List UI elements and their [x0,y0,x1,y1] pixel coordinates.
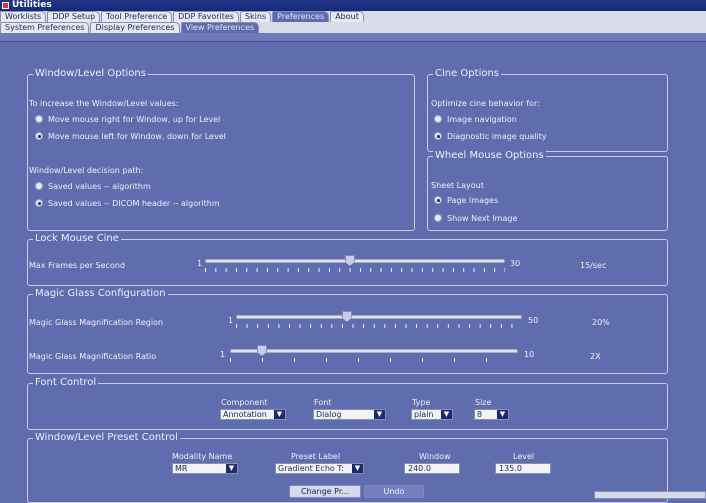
window-level-options-title: Window/Level Options [33,68,148,79]
fps-slider-track [205,259,505,263]
optimize-label: Optimize cine behavior for: [431,99,540,108]
radio-decision-algorithm[interactable] [35,182,43,190]
corner-panel [594,491,706,499]
font-control-group: Font Control [27,377,668,430]
component-label: Component [221,398,268,407]
font-select[interactable]: Dialog ▼ [313,409,386,420]
mg-ratio-slider[interactable] [230,345,518,363]
mg-ratio-max: 10 [524,350,535,359]
chevron-down-icon: ▼ [274,410,285,419]
max-fps-label: Max Frames per Second [29,261,125,270]
preset-select[interactable]: Gradient Echo T: ▼ [275,463,364,474]
lock-mouse-cine-title: Lock Mouse Cine [33,233,121,244]
chevron-down-icon: ▼ [497,410,508,419]
tab-ddp-setup[interactable]: DDP Setup [47,11,101,22]
undo-button[interactable]: Undo [364,485,424,498]
font-value: Dialog [316,410,342,419]
mg-region-track [236,315,522,319]
radio-cine-quality[interactable] [434,132,442,140]
chevron-down-icon: ▼ [374,410,385,419]
component-value: Annotation [223,410,267,419]
window-label: Window [419,452,451,461]
radio-wl-right-up[interactable] [35,115,43,123]
mg-ratio-track [230,349,518,353]
type-value: plain [414,410,434,419]
mg-ratio-ticks [230,358,518,362]
tab-display-preferences[interactable]: Display Preferences [90,22,180,33]
tab-ddp-favorites[interactable]: DDP Favorites [173,11,239,22]
mg-region-value: 20% [592,318,610,327]
decision-label: Window/Level decision path: [29,166,144,175]
mg-region-slider[interactable] [236,311,522,329]
radio-show-next-image[interactable] [434,214,442,222]
level-input[interactable]: 135.0 [495,463,551,474]
sub-tab-bar: System Preferences Display Preferences V… [0,22,706,33]
chevron-down-icon: ▼ [352,464,363,473]
panel-header-strip [0,33,706,42]
level-label: Level [513,452,535,461]
chevron-down-icon: ▼ [226,464,237,473]
type-select[interactable]: plain ▼ [411,409,453,420]
chevron-down-icon: ▼ [441,410,452,419]
tab-worklists[interactable]: Worklists [0,11,47,22]
font-control-title: Font Control [33,377,99,388]
preset-label: Preset Label [291,452,341,461]
type-label: Type [412,398,431,407]
mg-region-label: Magic Glass Magnification Region [29,318,164,327]
page-images-label: Page Images [447,196,499,205]
cine-navigation-label: Image navigation [447,115,517,124]
decision-dicom-label: Saved values -- DICOM header -- algorith… [48,199,220,208]
window-input[interactable]: 240.0 [404,463,460,474]
preset-value: Gradient Echo T: [278,464,345,473]
sheet-layout-label: Sheet Layout [431,181,484,190]
change-preset-button[interactable]: Change Pr... [289,485,361,498]
fps-slider-thumb[interactable] [344,255,355,266]
modality-label: Modality Name [172,452,233,461]
mg-ratio-min: 1 [220,350,226,359]
tab-view-preferences[interactable]: View Preferences [180,22,260,33]
mg-ratio-thumb[interactable] [257,345,267,356]
component-select[interactable]: Annotation ▼ [220,409,286,420]
mg-region-thumb[interactable] [341,311,352,322]
radio-wl-left-down[interactable] [35,132,43,140]
radio-decision-dicom[interactable] [35,199,43,207]
cine-options-title: Cine Options [433,68,502,79]
fps-value: 15/sec [580,261,607,270]
size-label: Size [475,398,492,407]
size-select[interactable]: 8 ▼ [474,409,509,420]
increase-label: To increase the Window/Level values: [29,99,179,108]
modality-value: MR [175,464,188,473]
fps-max-label: 30 [510,259,521,268]
wl-left-down-label: Move mouse left for Window, down for Lev… [48,132,226,141]
tab-system-preferences[interactable]: System Preferences [0,22,90,33]
decision-algorithm-label: Saved values -- algorithm [48,182,151,191]
tab-preferences[interactable]: Preferences [272,11,330,22]
mg-ratio-label: Magic Glass Magnification Ratio [29,352,157,361]
font-label: Font [314,398,332,407]
fps-min-label: 1 [197,259,203,268]
mg-region-min: 1 [228,316,234,325]
magic-glass-title: Magic Glass Configuration [33,288,168,299]
modality-select[interactable]: MR ▼ [172,463,238,474]
wl-right-up-label: Move mouse right for Window, up for Leve… [48,115,221,124]
fps-slider-ticks [205,268,505,272]
mg-region-ticks [236,324,522,328]
utilities-icon [2,2,9,9]
main-tab-bar: Worklists DDP Setup Tool Preference DDP … [0,11,706,22]
tab-tool-preference[interactable]: Tool Preference [101,11,173,22]
mg-region-max: 50 [528,316,539,325]
radio-page-images[interactable] [434,196,442,204]
size-value: 8 [477,410,483,419]
show-next-image-label: Show Next Image [447,214,518,223]
title-bar: Utilities [0,0,706,11]
fps-slider[interactable] [205,255,505,273]
mg-ratio-value: 2X [590,352,601,361]
tab-about[interactable]: About [330,11,364,22]
wheel-mouse-options-title: Wheel Mouse Options [433,150,546,161]
cine-quality-label: Diagnostic image quality [447,132,547,141]
radio-cine-navigation[interactable] [434,115,442,123]
wl-preset-title: Window/Level Preset Control [33,432,180,443]
window-title: Utilities [12,0,52,10]
tab-skins[interactable]: Skins [239,11,272,22]
